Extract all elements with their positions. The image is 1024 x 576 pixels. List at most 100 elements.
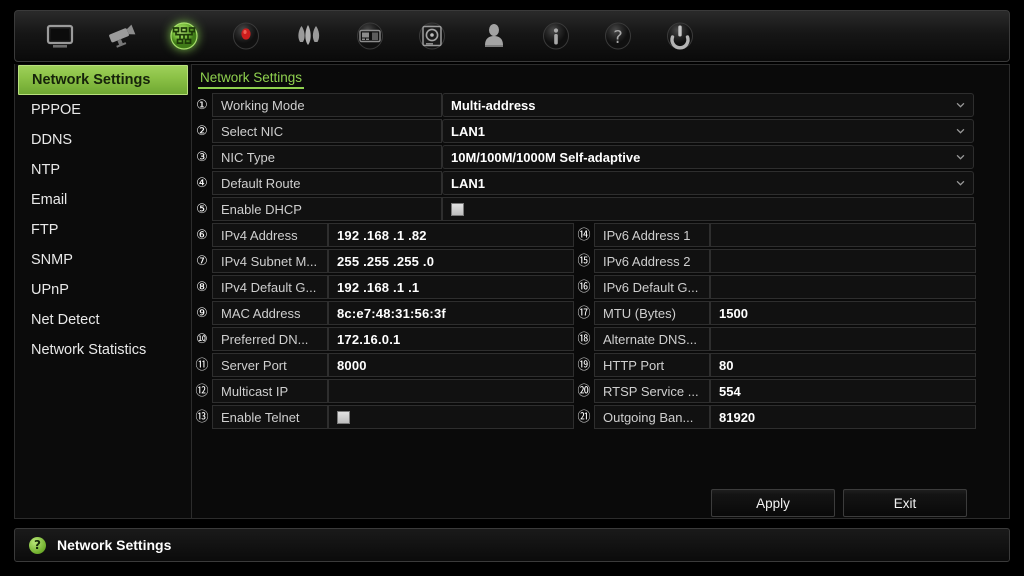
- field-input-right[interactable]: 80: [710, 353, 976, 377]
- field-input-right[interactable]: 554: [710, 379, 976, 403]
- device-icon[interactable]: [339, 14, 401, 58]
- form-row: ⑨ MAC Address 8c:e7:48:31:56:3f ⑰ MTU (Bytes…: [192, 301, 1010, 325]
- sidebar-item-label: FTP: [31, 222, 59, 238]
- sidebar-item-ftp[interactable]: FTP: [15, 215, 191, 245]
- sidebar-item-email[interactable]: Email: [15, 185, 191, 215]
- sidebar-item-upnp[interactable]: UPnP: [15, 275, 191, 305]
- power-icon[interactable]: [649, 14, 711, 58]
- select-working-mode[interactable]: Multi-address: [442, 93, 974, 117]
- form-row: ③ NIC Type 10M/100M/1000M Self-adaptive: [192, 145, 1010, 169]
- row-number-badge: ⑧: [196, 279, 208, 295]
- sidebar-item-snmp[interactable]: SNMP: [15, 245, 191, 275]
- sidebar-item-network-statistics[interactable]: Network Statistics: [15, 335, 191, 365]
- field-label: MTU (Bytes): [594, 301, 710, 325]
- form-row: ⑪ Server Port 8000 ⑲ HTTP Port 80: [192, 353, 1010, 377]
- user-icon[interactable]: [463, 14, 525, 58]
- status-bar-label: Network Settings: [57, 537, 172, 553]
- select-nic-type[interactable]: 10M/100M/1000M Self-adaptive: [442, 145, 974, 169]
- field-label: IPv4 Address: [212, 223, 328, 247]
- action-buttons: Apply Exit: [192, 489, 967, 517]
- field-input-left[interactable]: 192 .168 .1 .82: [328, 223, 574, 247]
- monitor-icon[interactable]: [29, 14, 91, 58]
- sidebar-item-label: Network Settings: [32, 72, 151, 88]
- field-input-right[interactable]: 81920: [710, 405, 976, 429]
- sidebar-item-label: DDNS: [31, 132, 73, 148]
- field-label: Select NIC: [212, 119, 442, 143]
- sidebar-item-pppoe[interactable]: PPPOE: [15, 95, 191, 125]
- sidebar-item-label: SNMP: [31, 252, 73, 268]
- apply-button[interactable]: Apply: [711, 489, 835, 517]
- select-default-route[interactable]: LAN1: [442, 171, 974, 195]
- sidebar-item-label: PPPOE: [31, 102, 81, 118]
- field-label: IPv4 Subnet M...: [212, 249, 328, 273]
- tab-network-settings[interactable]: Network Settings: [198, 70, 305, 89]
- field-value: 1500: [719, 305, 748, 321]
- field-label: Alternate DNS...: [594, 327, 710, 351]
- sidebar-item-label: Email: [31, 192, 68, 208]
- field-input-left[interactable]: [328, 379, 574, 403]
- row-number-badge: ⑥: [196, 227, 208, 243]
- field-value: 255 .255 .255 .0: [337, 253, 435, 269]
- sidebar-item-net-detect[interactable]: Net Detect: [15, 305, 191, 335]
- select-select-nic[interactable]: LAN1: [442, 119, 974, 143]
- field-label: Preferred DN...: [212, 327, 328, 351]
- exit-button[interactable]: Exit: [843, 489, 967, 517]
- network-icon[interactable]: [153, 14, 215, 58]
- field-input-right[interactable]: 1500: [710, 301, 976, 325]
- field-label: IPv6 Default G...: [594, 275, 710, 299]
- form-row: ⑬ Enable Telnet ㉑ Outgoing Ban... 81920: [192, 405, 1010, 429]
- enable-dhcp-checkbox[interactable]: [451, 202, 464, 216]
- field-input-left[interactable]: 8c:e7:48:31:56:3f: [328, 301, 574, 325]
- help-icon[interactable]: ?: [587, 14, 649, 58]
- row-number-badge: ⑨: [196, 305, 208, 321]
- field-label: Enable DHCP: [212, 197, 442, 221]
- network-settings-form: ① Working Mode Multi-address ② Select NIC LAN…: [192, 93, 1010, 431]
- enable-telnet-checkbox[interactable]: [337, 410, 350, 424]
- content-panel: Network Settings ① Working Mode Multi-addr…: [192, 64, 1010, 519]
- field-label: Working Mode: [212, 93, 442, 117]
- row-number-badge: ④: [196, 175, 208, 191]
- enable-telnet-cell: [328, 405, 574, 429]
- field-label: Enable Telnet: [212, 405, 328, 429]
- field-input-left[interactable]: 172.16.0.1: [328, 327, 574, 351]
- field-value: 8c:e7:48:31:56:3f: [337, 305, 446, 321]
- select-value: LAN1: [451, 175, 485, 191]
- field-label: Outgoing Ban...: [594, 405, 710, 429]
- field-input-left[interactable]: 192 .168 .1 .1: [328, 275, 574, 299]
- row-number-badge: ㉑: [577, 409, 591, 425]
- row-number-badge: ⑱: [577, 331, 591, 347]
- field-input-right[interactable]: [710, 249, 976, 273]
- select-value: 10M/100M/1000M Self-adaptive: [451, 149, 641, 165]
- hdd-icon[interactable]: [401, 14, 463, 58]
- row-number-badge: ⑮: [577, 253, 591, 269]
- sidebar-item-ddns[interactable]: DDNS: [15, 125, 191, 155]
- row-number-badge: ⑳: [577, 383, 591, 399]
- form-row: ⑧ IPv4 Default G... 192 .168 .1 .1 ⑯ IPv6 De…: [192, 275, 1010, 299]
- row-number-badge: ⑦: [196, 253, 208, 269]
- camera-icon[interactable]: [91, 14, 153, 58]
- field-value: 8000: [337, 357, 367, 373]
- row-number-badge: ⑤: [196, 201, 208, 217]
- field-input-right[interactable]: [710, 327, 976, 351]
- field-input-left[interactable]: 255 .255 .255 .0: [328, 249, 574, 273]
- help-status-icon[interactable]: ?: [29, 536, 46, 554]
- sidebar-item-network-settings[interactable]: Network Settings: [18, 65, 188, 95]
- info-icon[interactable]: [525, 14, 587, 58]
- field-label: IPv6 Address 2: [594, 249, 710, 273]
- nvr-network-settings-screen: ? Network Settings PPPOE DDNS NTP Email FTP SN…: [0, 0, 1024, 576]
- sidebar-item-ntp[interactable]: NTP: [15, 155, 191, 185]
- tab-bar: Network Settings: [192, 65, 1009, 89]
- field-label: Server Port: [212, 353, 328, 377]
- sidebar-item-label: NTP: [31, 162, 60, 178]
- record-icon[interactable]: [215, 14, 277, 58]
- field-value: 192 .168 .1 .82: [337, 227, 427, 243]
- alarm-icon[interactable]: [277, 14, 339, 58]
- row-number-badge: ⑪: [195, 357, 209, 373]
- field-label: IPv6 Address 1: [594, 223, 710, 247]
- row-number-badge: ⑬: [195, 409, 209, 425]
- field-input-left[interactable]: 8000: [328, 353, 574, 377]
- status-bar: ? Network Settings: [14, 528, 1010, 562]
- field-input-right[interactable]: [710, 275, 976, 299]
- field-input-right[interactable]: [710, 223, 976, 247]
- sidebar-item-label: Network Statistics: [31, 342, 147, 358]
